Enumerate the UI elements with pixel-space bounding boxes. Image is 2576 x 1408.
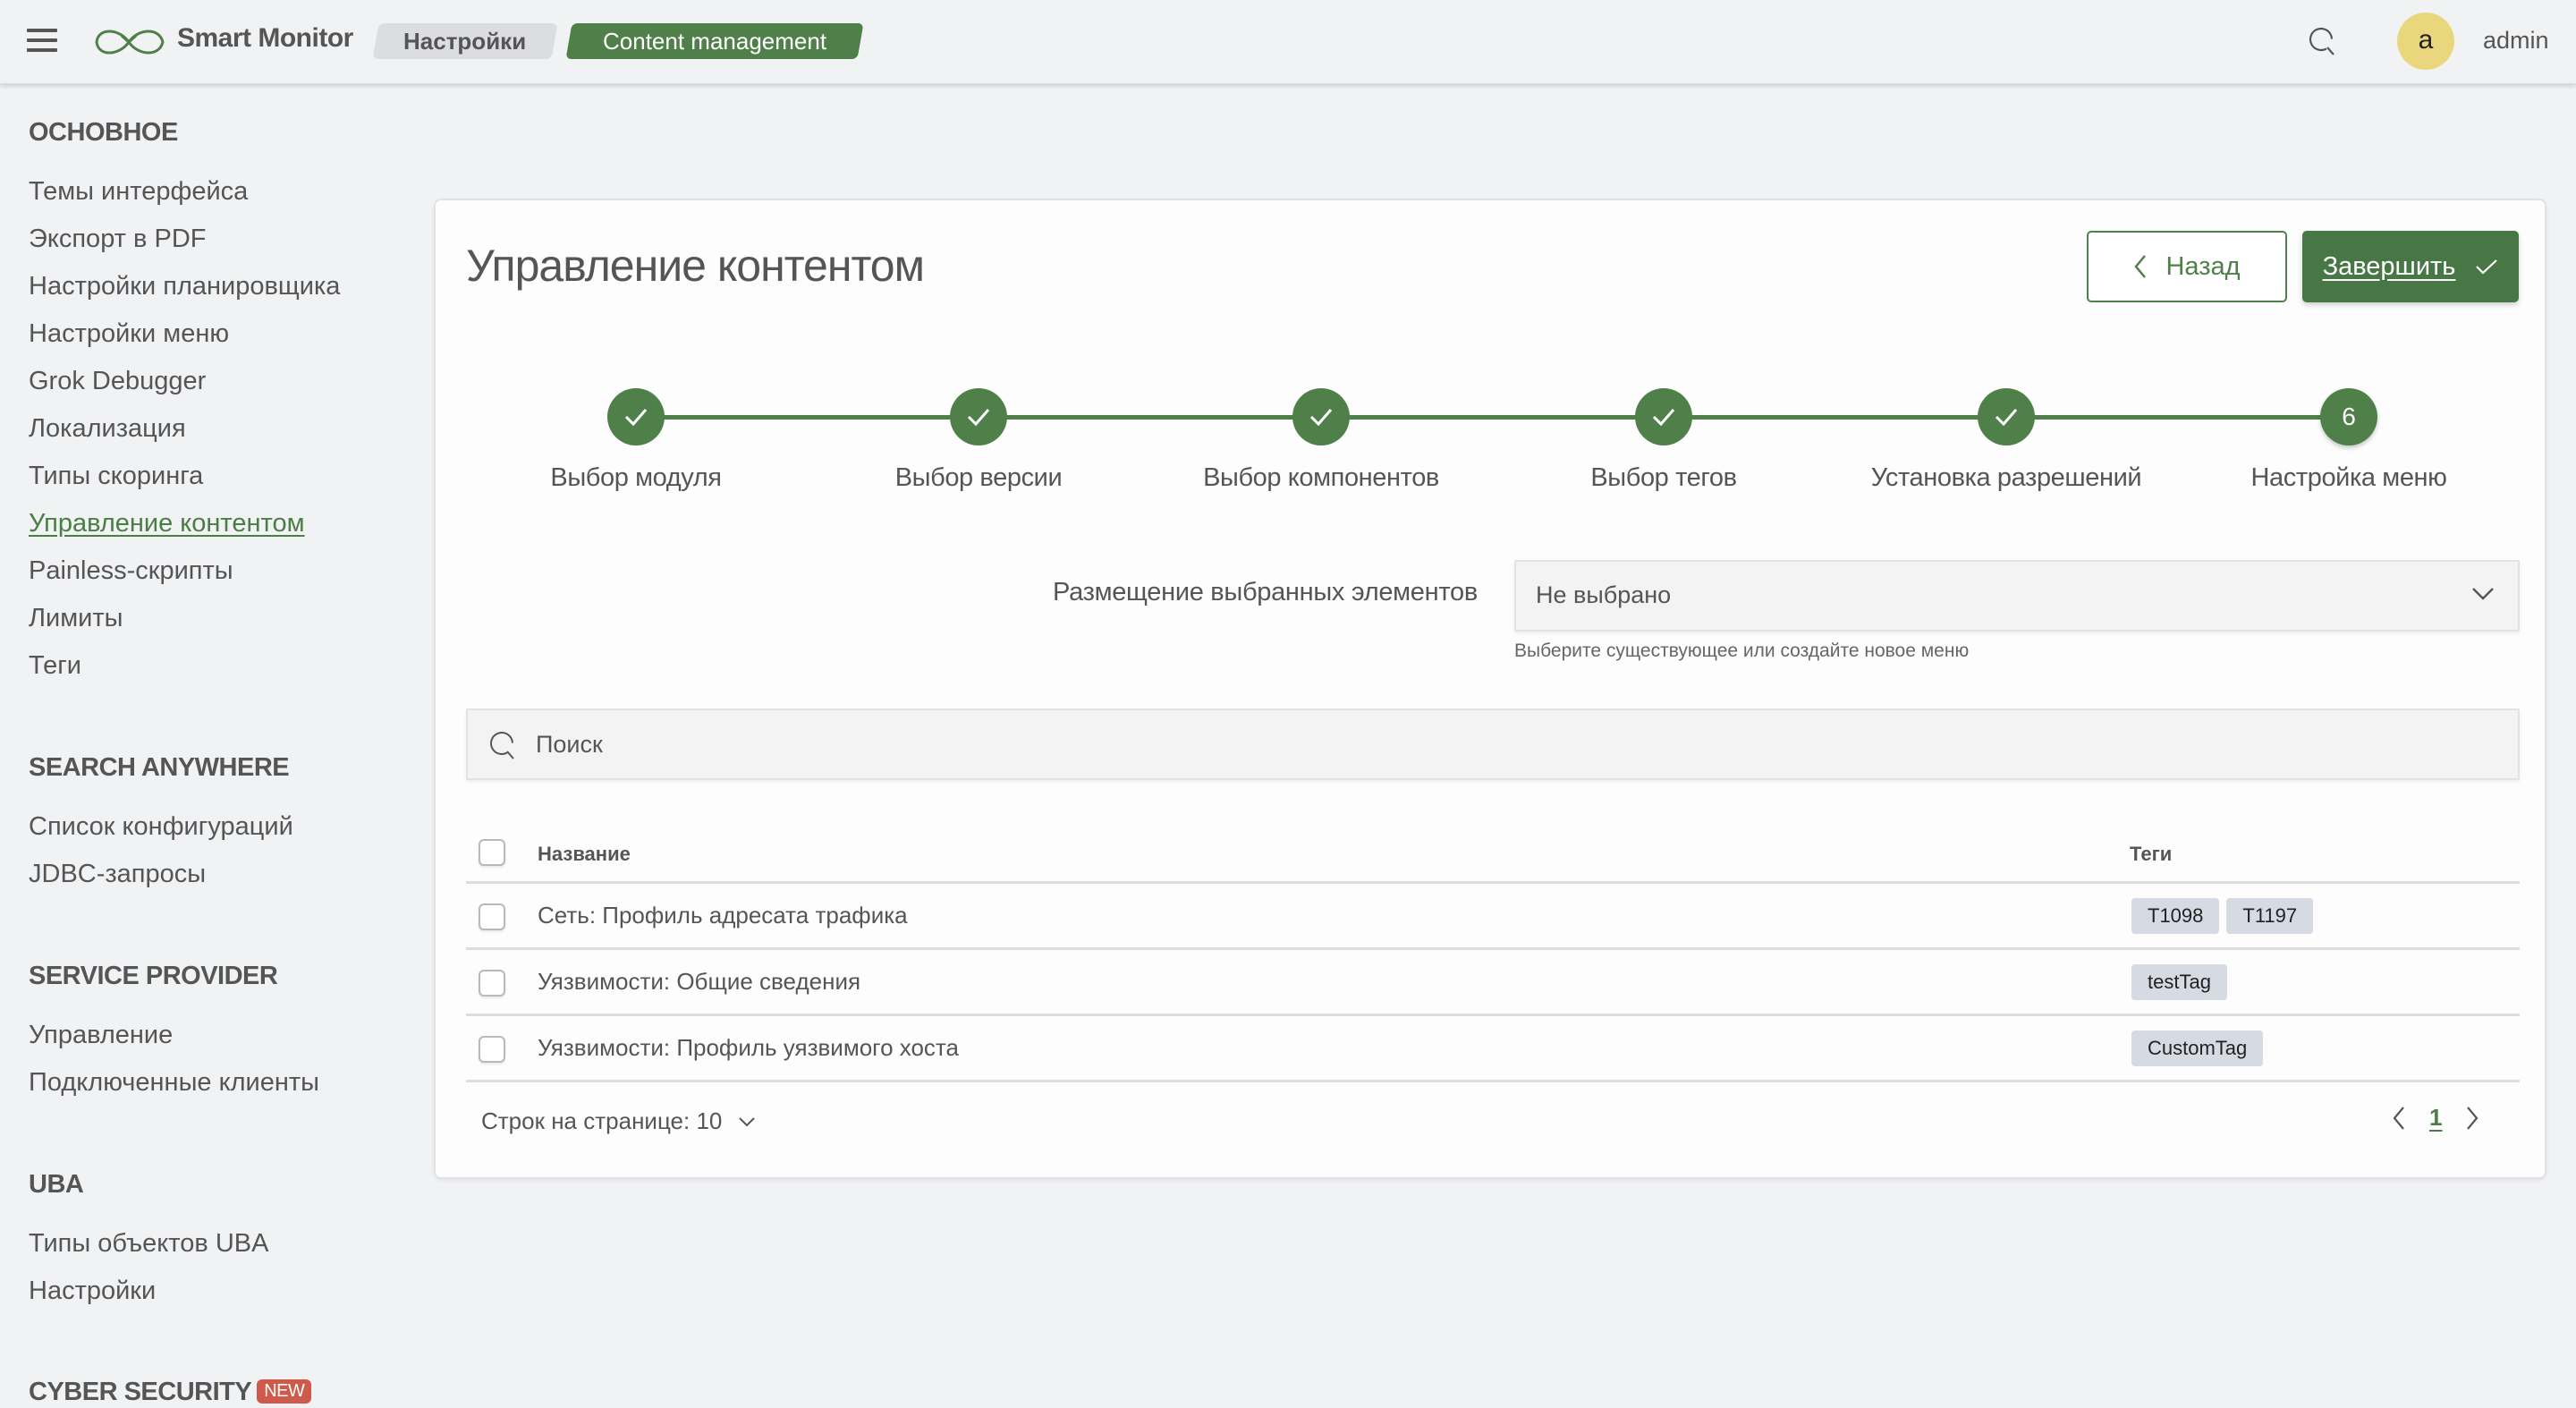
- row-tags: testTag: [2131, 964, 2227, 1000]
- sidebar-item-grok-debugger[interactable]: Grok Debugger: [29, 367, 206, 396]
- sidebar-item-localization[interactable]: Локализация: [29, 414, 186, 444]
- next-page-button[interactable]: [2465, 1106, 2479, 1131]
- sidebar-item-content-management[interactable]: Управление контентом: [29, 509, 305, 539]
- username[interactable]: admin: [2483, 27, 2549, 55]
- check-icon: [1995, 409, 2018, 427]
- hamburger-menu-icon[interactable]: [27, 29, 57, 54]
- row-name: Уязвимости: Общие сведения: [538, 968, 861, 995]
- breadcrumb-content-management-label: Content management: [602, 28, 827, 55]
- step-label: Установка разрешений: [1870, 463, 2142, 492]
- user-avatar[interactable]: a: [2397, 13, 2454, 70]
- sidebar-item-uba-object-types[interactable]: Типы объектов UBA: [29, 1229, 268, 1259]
- chevron-down-icon: [739, 1116, 756, 1126]
- placement-label: Размещение выбранных элементов: [1053, 578, 1478, 606]
- step-label: Выбор компонентов: [1203, 463, 1439, 492]
- content-management-card: Управление контентом Назад Завершить 6 В…: [434, 199, 2546, 1179]
- step-2-done[interactable]: [950, 388, 1007, 445]
- content-table: Название Теги Сеть: Профиль адресата тра…: [466, 809, 2520, 1082]
- sidebar-item-scoring-types[interactable]: Типы скоринга: [29, 462, 203, 491]
- sidebar-item-export-pdf[interactable]: Экспорт в PDF: [29, 225, 206, 254]
- breadcrumb-settings[interactable]: Настройки: [372, 23, 558, 59]
- step-5-done[interactable]: [1978, 388, 2035, 445]
- placement-select[interactable]: Не выбрано: [1514, 560, 2520, 632]
- column-header-name[interactable]: Название: [538, 843, 631, 866]
- tag-chip: T1197: [2226, 898, 2314, 934]
- rows-per-page-label: Строк на странице: 10: [481, 1107, 723, 1134]
- table-search-box: [466, 708, 2520, 780]
- row-checkbox[interactable]: [479, 1036, 505, 1063]
- sidebar-section-title-text: CYBER SECURITY: [29, 1378, 252, 1406]
- sidebar-item-tags[interactable]: Теги: [29, 651, 81, 681]
- prev-page-button[interactable]: [2392, 1106, 2406, 1131]
- select-all-checkbox[interactable]: [479, 839, 505, 866]
- step-label: Выбор тегов: [1590, 463, 1737, 492]
- sidebar-section-title-cyber-security: CYBER SECURITY NEW: [29, 1378, 312, 1407]
- check-icon: [1652, 409, 1675, 427]
- row-tags: CustomTag: [2131, 1031, 2264, 1066]
- stepper-progress-line: [636, 415, 2351, 420]
- sidebar-item-scheduler-settings[interactable]: Настройки планировщика: [29, 272, 340, 301]
- placement-select-value: Не выбрано: [1536, 581, 1672, 608]
- tag-chip: CustomTag: [2131, 1031, 2264, 1066]
- chevron-left-icon: [2393, 1106, 2404, 1130]
- check-icon: [1309, 409, 1333, 427]
- breadcrumb-content-management[interactable]: Content management: [565, 23, 864, 59]
- column-header-tags[interactable]: Теги: [2130, 843, 2172, 866]
- sidebar-item-menu-settings[interactable]: Настройки меню: [29, 319, 229, 349]
- sidebar-item-sp-management[interactable]: Управление: [29, 1021, 173, 1050]
- step-4-done[interactable]: [1635, 388, 1692, 445]
- search-input[interactable]: [536, 719, 2486, 769]
- table-row[interactable]: Уязвимости: Профиль уязвимого хоста Cust…: [466, 1016, 2520, 1082]
- pagination: 1: [2392, 1104, 2479, 1132]
- step-label: Выбор модуля: [550, 463, 722, 492]
- infinity-logo-icon: [95, 30, 165, 55]
- new-badge: NEW: [257, 1379, 312, 1404]
- sidebar-item-painless-scripts[interactable]: Painless-скрипты: [29, 556, 233, 586]
- step-label: Выбор версии: [894, 463, 1063, 492]
- sidebar: ОСНОВНОЕ Темы интерфейса Экспорт в PDF Н…: [0, 84, 420, 1408]
- top-header: Smart Monitor Настройки Content manageme…: [0, 0, 2576, 84]
- table-row[interactable]: Уязвимости: Общие сведения testTag: [466, 950, 2520, 1016]
- app-name: Smart Monitor: [177, 23, 353, 53]
- breadcrumb-settings-label: Настройки: [403, 28, 527, 55]
- row-checkbox[interactable]: [479, 970, 505, 997]
- sidebar-item-config-list[interactable]: Список конфигураций: [29, 812, 293, 842]
- row-tags: T1098 T1197: [2131, 898, 2314, 934]
- search-icon: [490, 732, 514, 759]
- chevron-down-icon: [2472, 588, 2494, 600]
- row-name: Сеть: Профиль адресата трафика: [538, 902, 908, 929]
- step-3-done[interactable]: [1292, 388, 1350, 445]
- step-1-done[interactable]: [607, 388, 665, 445]
- page-number-current[interactable]: 1: [2429, 1104, 2442, 1132]
- check-icon: [624, 409, 648, 427]
- check-icon: [967, 409, 990, 427]
- sidebar-item-connected-clients[interactable]: Подключенные клиенты: [29, 1068, 319, 1098]
- chevron-right-icon: [2467, 1106, 2479, 1130]
- tag-chip: testTag: [2131, 964, 2227, 1000]
- row-checkbox[interactable]: [479, 903, 505, 930]
- sidebar-section-title: SEARCH ANYWHERE: [29, 753, 290, 782]
- wizard-stepper: 6 Выбор модуля Выбор версии Выбор компон…: [436, 200, 2545, 522]
- step-label: Настройка меню: [2250, 463, 2447, 492]
- table-row[interactable]: Сеть: Профиль адресата трафика T1098 T11…: [466, 884, 2520, 950]
- placement-hint: Выберите существующее или создайте новое…: [1514, 640, 1970, 661]
- search-icon[interactable]: [2306, 25, 2340, 59]
- sidebar-section-title: ОСНОВНОЕ: [29, 118, 178, 147]
- sidebar-section-title: SERVICE PROVIDER: [29, 962, 278, 990]
- sidebar-item-jdbc-queries[interactable]: JDBC-запросы: [29, 860, 206, 889]
- row-name: Уязвимости: Профиль уязвимого хоста: [538, 1034, 960, 1061]
- table-header: Название Теги: [466, 809, 2520, 884]
- sidebar-item-interface-themes[interactable]: Темы интерфейса: [29, 177, 248, 207]
- sidebar-item-uba-settings[interactable]: Настройки: [29, 1277, 156, 1306]
- sidebar-item-limits[interactable]: Лимиты: [29, 604, 123, 633]
- step-6-current[interactable]: 6: [2320, 388, 2377, 445]
- rows-per-page-select[interactable]: Строк на странице: 10: [481, 1107, 756, 1135]
- tag-chip: T1098: [2131, 898, 2220, 934]
- sidebar-section-title: UBA: [29, 1170, 84, 1199]
